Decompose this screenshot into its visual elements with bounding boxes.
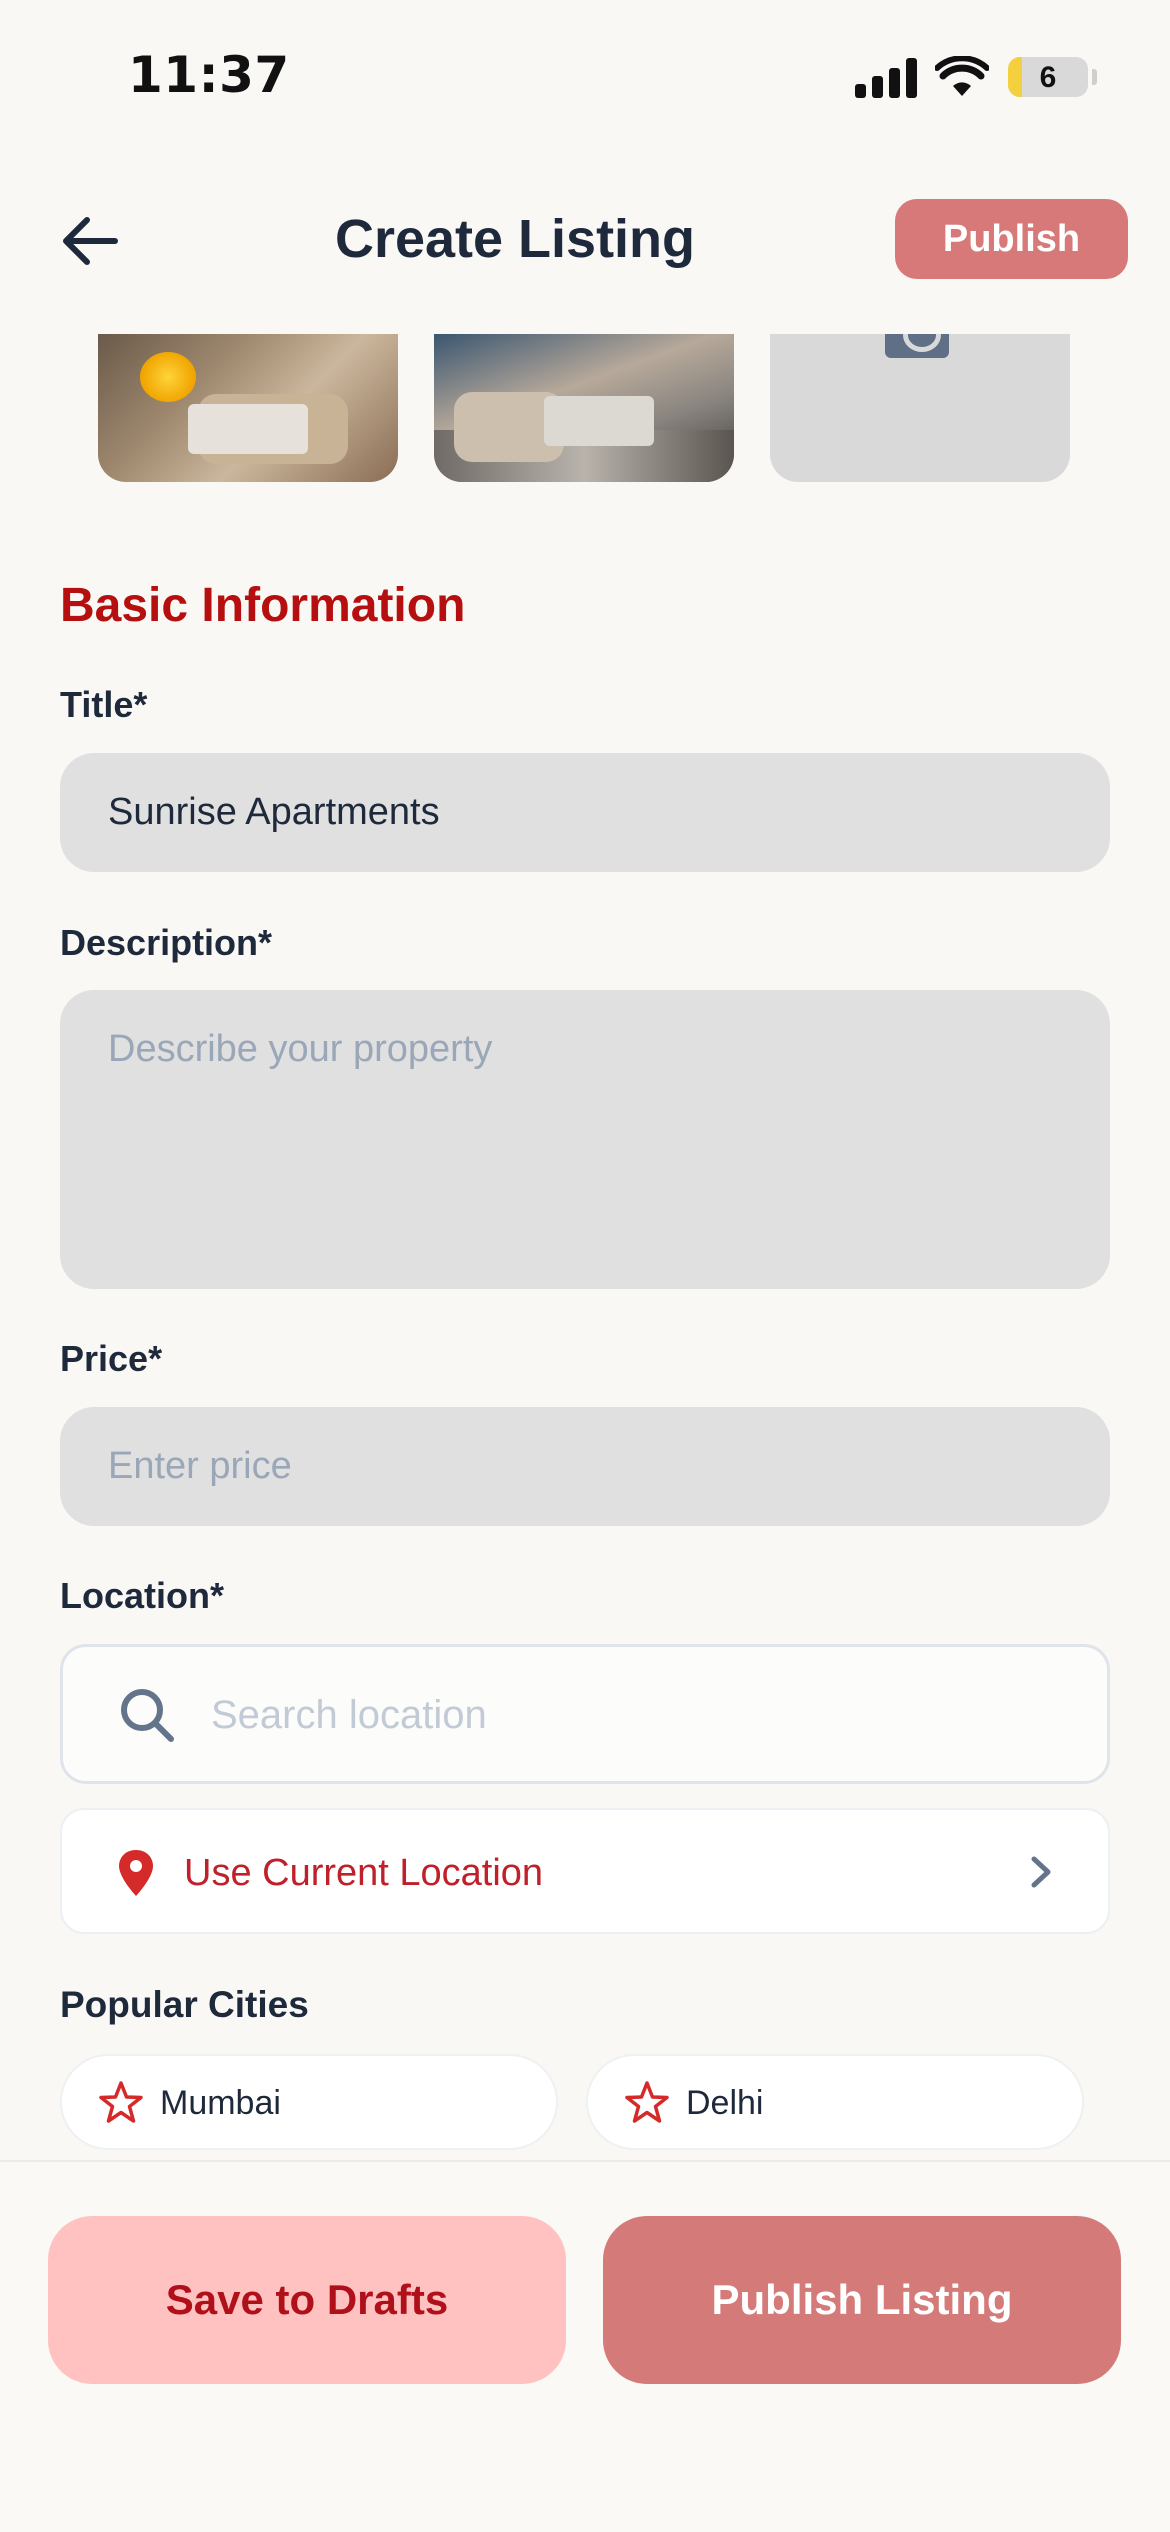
- search-placeholder: Search location: [211, 1693, 487, 1737]
- use-current-location-button[interactable]: Use Current Location: [60, 1808, 1110, 1934]
- battery-level: 6: [1039, 61, 1057, 94]
- save-to-drafts-button[interactable]: Save to Drafts: [48, 2216, 566, 2384]
- title-input[interactable]: Sunrise Apartments: [60, 753, 1110, 872]
- popular-cities-label: Popular Cities: [60, 1984, 309, 2025]
- header: Create Listing Publish: [0, 190, 1170, 290]
- title-label: Title*: [60, 684, 148, 725]
- battery-tip: [1092, 69, 1097, 85]
- description-input[interactable]: Describe your property: [60, 990, 1110, 1289]
- location-label: Location*: [60, 1575, 225, 1616]
- star-icon: [625, 2081, 669, 2123]
- current-location-label: Use Current Location: [184, 1852, 544, 1894]
- section-title: Basic Information: [60, 579, 466, 632]
- status-bar: 11:37 6: [0, 0, 1170, 150]
- chevron-right-icon: [1031, 1856, 1051, 1888]
- location-pin-icon: [119, 1850, 153, 1896]
- star-icon: [99, 2081, 143, 2123]
- photo-strip: [98, 334, 1072, 482]
- city-label: Mumbai: [160, 2084, 281, 2122]
- search-icon: [121, 1689, 174, 1742]
- camera-icon: [885, 334, 949, 358]
- living-room-photo[interactable]: [98, 334, 398, 482]
- location-search-input[interactable]: Search location: [60, 1644, 1110, 1784]
- price-input[interactable]: Enter price: [60, 1407, 1110, 1526]
- description-label: Description*: [60, 922, 273, 963]
- living-room-photo[interactable]: [434, 334, 734, 482]
- publish-button[interactable]: Publish: [895, 199, 1128, 279]
- add-photo-placeholder[interactable]: [770, 334, 1070, 482]
- publish-listing-button[interactable]: Publish Listing: [603, 2216, 1121, 2384]
- status-time: 11:37: [128, 46, 290, 104]
- battery-icon: 6: [1008, 57, 1088, 97]
- wifi-icon: [935, 56, 989, 96]
- price-label: Price*: [60, 1338, 163, 1379]
- signal-icon: [855, 58, 917, 98]
- bottom-action-bar: Save to Drafts Publish Listing: [0, 2160, 1170, 2532]
- city-chip-delhi[interactable]: Delhi: [586, 2054, 1084, 2150]
- city-chip-mumbai[interactable]: Mumbai: [60, 2054, 558, 2150]
- city-label: Delhi: [686, 2084, 764, 2122]
